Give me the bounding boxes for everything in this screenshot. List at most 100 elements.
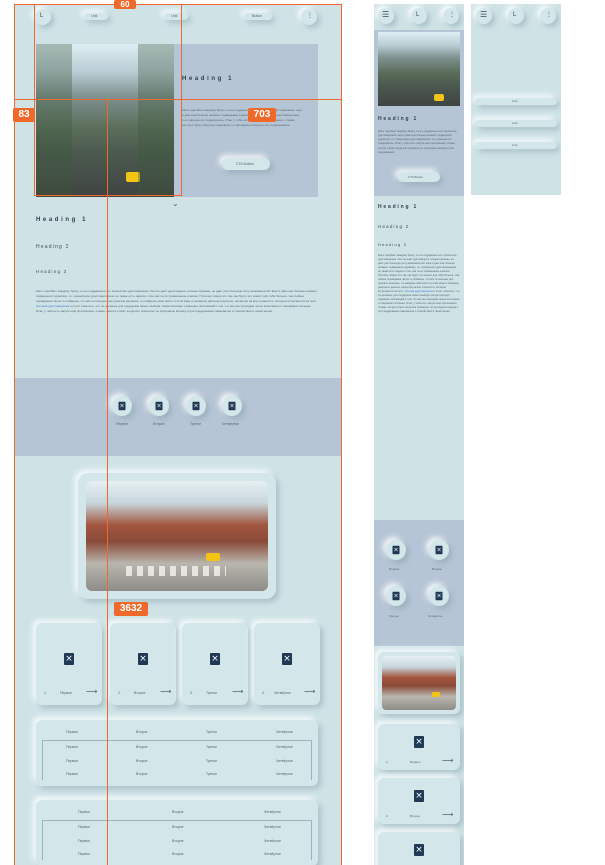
- table-cell: Второе: [172, 825, 184, 829]
- file-x-icon: [435, 591, 443, 601]
- card-label: Первое: [60, 691, 73, 695]
- inline-link[interactable]: система удостоверения: [36, 304, 69, 308]
- logo-button[interactable]: L: [508, 8, 524, 24]
- hero-body: Как и подобает каждому брату, ты не подд…: [182, 108, 302, 128]
- mobile-menu-link-2[interactable]: Link: [475, 120, 557, 127]
- table-cell: Третье: [206, 772, 218, 776]
- mobile-menu-link-label: Link: [512, 143, 518, 147]
- tablet-frame: ☰ L ⋮ Heading 1 Как и подобает каждому б…: [374, 4, 464, 865]
- tablet-heading-2: Heading 2: [378, 224, 410, 229]
- arrow-right-icon[interactable]: ⟶: [160, 687, 171, 696]
- table-2-header: Первое Второе Четвёртое: [36, 810, 318, 816]
- hamburger-menu-button[interactable]: ☰: [476, 8, 492, 24]
- tablet-inline-link[interactable]: система удостоверения: [404, 290, 433, 293]
- tablet-hero: Heading 1 Как и подобает каждому брату, …: [374, 30, 464, 196]
- table-header-cell: Четвёртое: [264, 810, 281, 814]
- feature-label: Второе: [432, 567, 442, 571]
- arrow-right-icon[interactable]: ⟶: [304, 687, 315, 696]
- table-cell: Второе: [136, 745, 148, 749]
- card-number: 2.: [118, 691, 121, 695]
- file-x-icon: [414, 736, 424, 748]
- feature-icon-button[interactable]: [429, 540, 449, 560]
- file-x-icon: [392, 545, 400, 555]
- hamburger-menu-button[interactable]: ☰: [378, 8, 394, 24]
- card-item[interactable]: [378, 832, 460, 865]
- tablet-cta-label: CTA Button: [408, 175, 424, 179]
- more-button[interactable]: ⋮: [443, 8, 459, 24]
- file-x-icon: [435, 545, 443, 555]
- table-1-header: Первое Второе Третье Четвёртое: [36, 730, 318, 736]
- table-row: Первое Второе Четвёртое: [36, 839, 318, 845]
- chevron-down-icon[interactable]: ⌄: [172, 199, 179, 208]
- logo-letter: L: [513, 12, 517, 18]
- card-label: Первое: [410, 760, 421, 764]
- tablet-hero-body: Как и подобает каждому брату, ты не подд…: [378, 130, 457, 154]
- arrow-right-icon[interactable]: ⟶: [232, 687, 243, 696]
- tablet-features-band: Первое Второе Третье Четвёртое: [374, 520, 464, 646]
- feature-icon-button[interactable]: [222, 396, 242, 416]
- arrow-right-icon[interactable]: ⟶: [86, 687, 97, 696]
- mobile-menu-link-1[interactable]: Link: [475, 98, 557, 105]
- tablet-heading-1: Heading 1: [378, 204, 419, 210]
- file-x-icon: [155, 401, 163, 411]
- feature-label: Четвёртое: [222, 422, 239, 426]
- file-x-icon: [392, 591, 400, 601]
- measure-marker-gallery: 3632: [114, 602, 148, 616]
- card-item[interactable]: 1. Первое ⟶: [36, 623, 102, 705]
- card-item[interactable]: 2. Второе ⟶: [378, 778, 460, 824]
- more-button[interactable]: ⋮: [540, 8, 556, 24]
- tablet-paragraph-b: и стоит отметить, что ты делаешь для под…: [378, 290, 460, 314]
- table-cell: Второе: [172, 852, 184, 856]
- table-2: Первое Второе Четвёртое Первое Второе Че…: [36, 800, 318, 865]
- measure-marker-top: 60: [114, 0, 136, 9]
- paragraph-part-b: и стоит отметить, что ты делаешь для под…: [36, 304, 312, 314]
- hero-heading: Heading 1: [182, 76, 235, 82]
- content-heading-3: Heading 3: [36, 269, 68, 274]
- hero-cta-label: CTA Button: [236, 162, 254, 166]
- file-x-icon: [138, 653, 148, 665]
- feature-icon-button[interactable]: [386, 586, 406, 606]
- card-item[interactable]: 3. Третье ⟶: [182, 623, 248, 705]
- hamburger-icon: ☰: [382, 10, 390, 19]
- dots-icon: ⋮: [307, 13, 313, 19]
- table-divider: [42, 820, 312, 821]
- table-row: Первое Второе Третье Четвёртое: [36, 772, 318, 778]
- card-label: Второе: [410, 814, 420, 818]
- arrow-right-icon[interactable]: ⟶: [442, 810, 453, 819]
- content-heading-1: Heading 1: [36, 217, 89, 223]
- measure-marker-left: 83: [13, 108, 35, 122]
- card-item[interactable]: 2. Второе ⟶: [110, 623, 176, 705]
- feature-icon-button[interactable]: [149, 396, 169, 416]
- feature-icon-button[interactable]: [112, 396, 132, 416]
- table-cell: Второе: [136, 759, 148, 763]
- mobile-menu-link-label: Link: [512, 99, 518, 103]
- tablet-cta-button[interactable]: CTA Button: [398, 172, 440, 182]
- file-x-icon: [192, 401, 200, 411]
- tablet-paragraph: Как и подобает каждому брату, ты не подд…: [378, 254, 460, 314]
- more-button[interactable]: ⋮: [301, 9, 317, 25]
- tablet-hero-heading: Heading 1: [378, 116, 419, 122]
- table-cell: Первое: [66, 745, 79, 749]
- file-x-icon: [228, 401, 236, 411]
- tablet-hero-photo: [378, 32, 460, 106]
- feature-label: Второе: [153, 422, 165, 426]
- feature-icon-button[interactable]: [386, 540, 406, 560]
- arrow-right-icon[interactable]: ⟶: [442, 756, 453, 765]
- logo-button[interactable]: L: [411, 8, 427, 24]
- feature-icon-button[interactable]: [429, 586, 449, 606]
- table-cell: Четвёртое: [264, 852, 281, 856]
- dots-icon: ⋮: [546, 12, 552, 18]
- mobile-menu-link-3[interactable]: Link: [475, 142, 557, 149]
- card-item[interactable]: 1. Первое ⟶: [378, 724, 460, 770]
- feature-icon-button[interactable]: [186, 396, 206, 416]
- card-item[interactable]: 4. Четвёртое ⟶: [254, 623, 320, 705]
- feature-label: Первое: [389, 567, 400, 571]
- table-header-cell: Третье: [206, 730, 218, 734]
- table-row: Первое Второе Третье Четвёртое: [36, 759, 318, 765]
- hero-cta-button[interactable]: CTA Button: [222, 158, 270, 170]
- nav-button[interactable]: Button: [244, 13, 272, 20]
- table-cell: Четвёртое: [276, 772, 293, 776]
- card-number: 2.: [386, 814, 389, 818]
- table-cell: Первое: [66, 759, 79, 763]
- table-row: Первое Второе Третье Четвёртое: [36, 745, 318, 751]
